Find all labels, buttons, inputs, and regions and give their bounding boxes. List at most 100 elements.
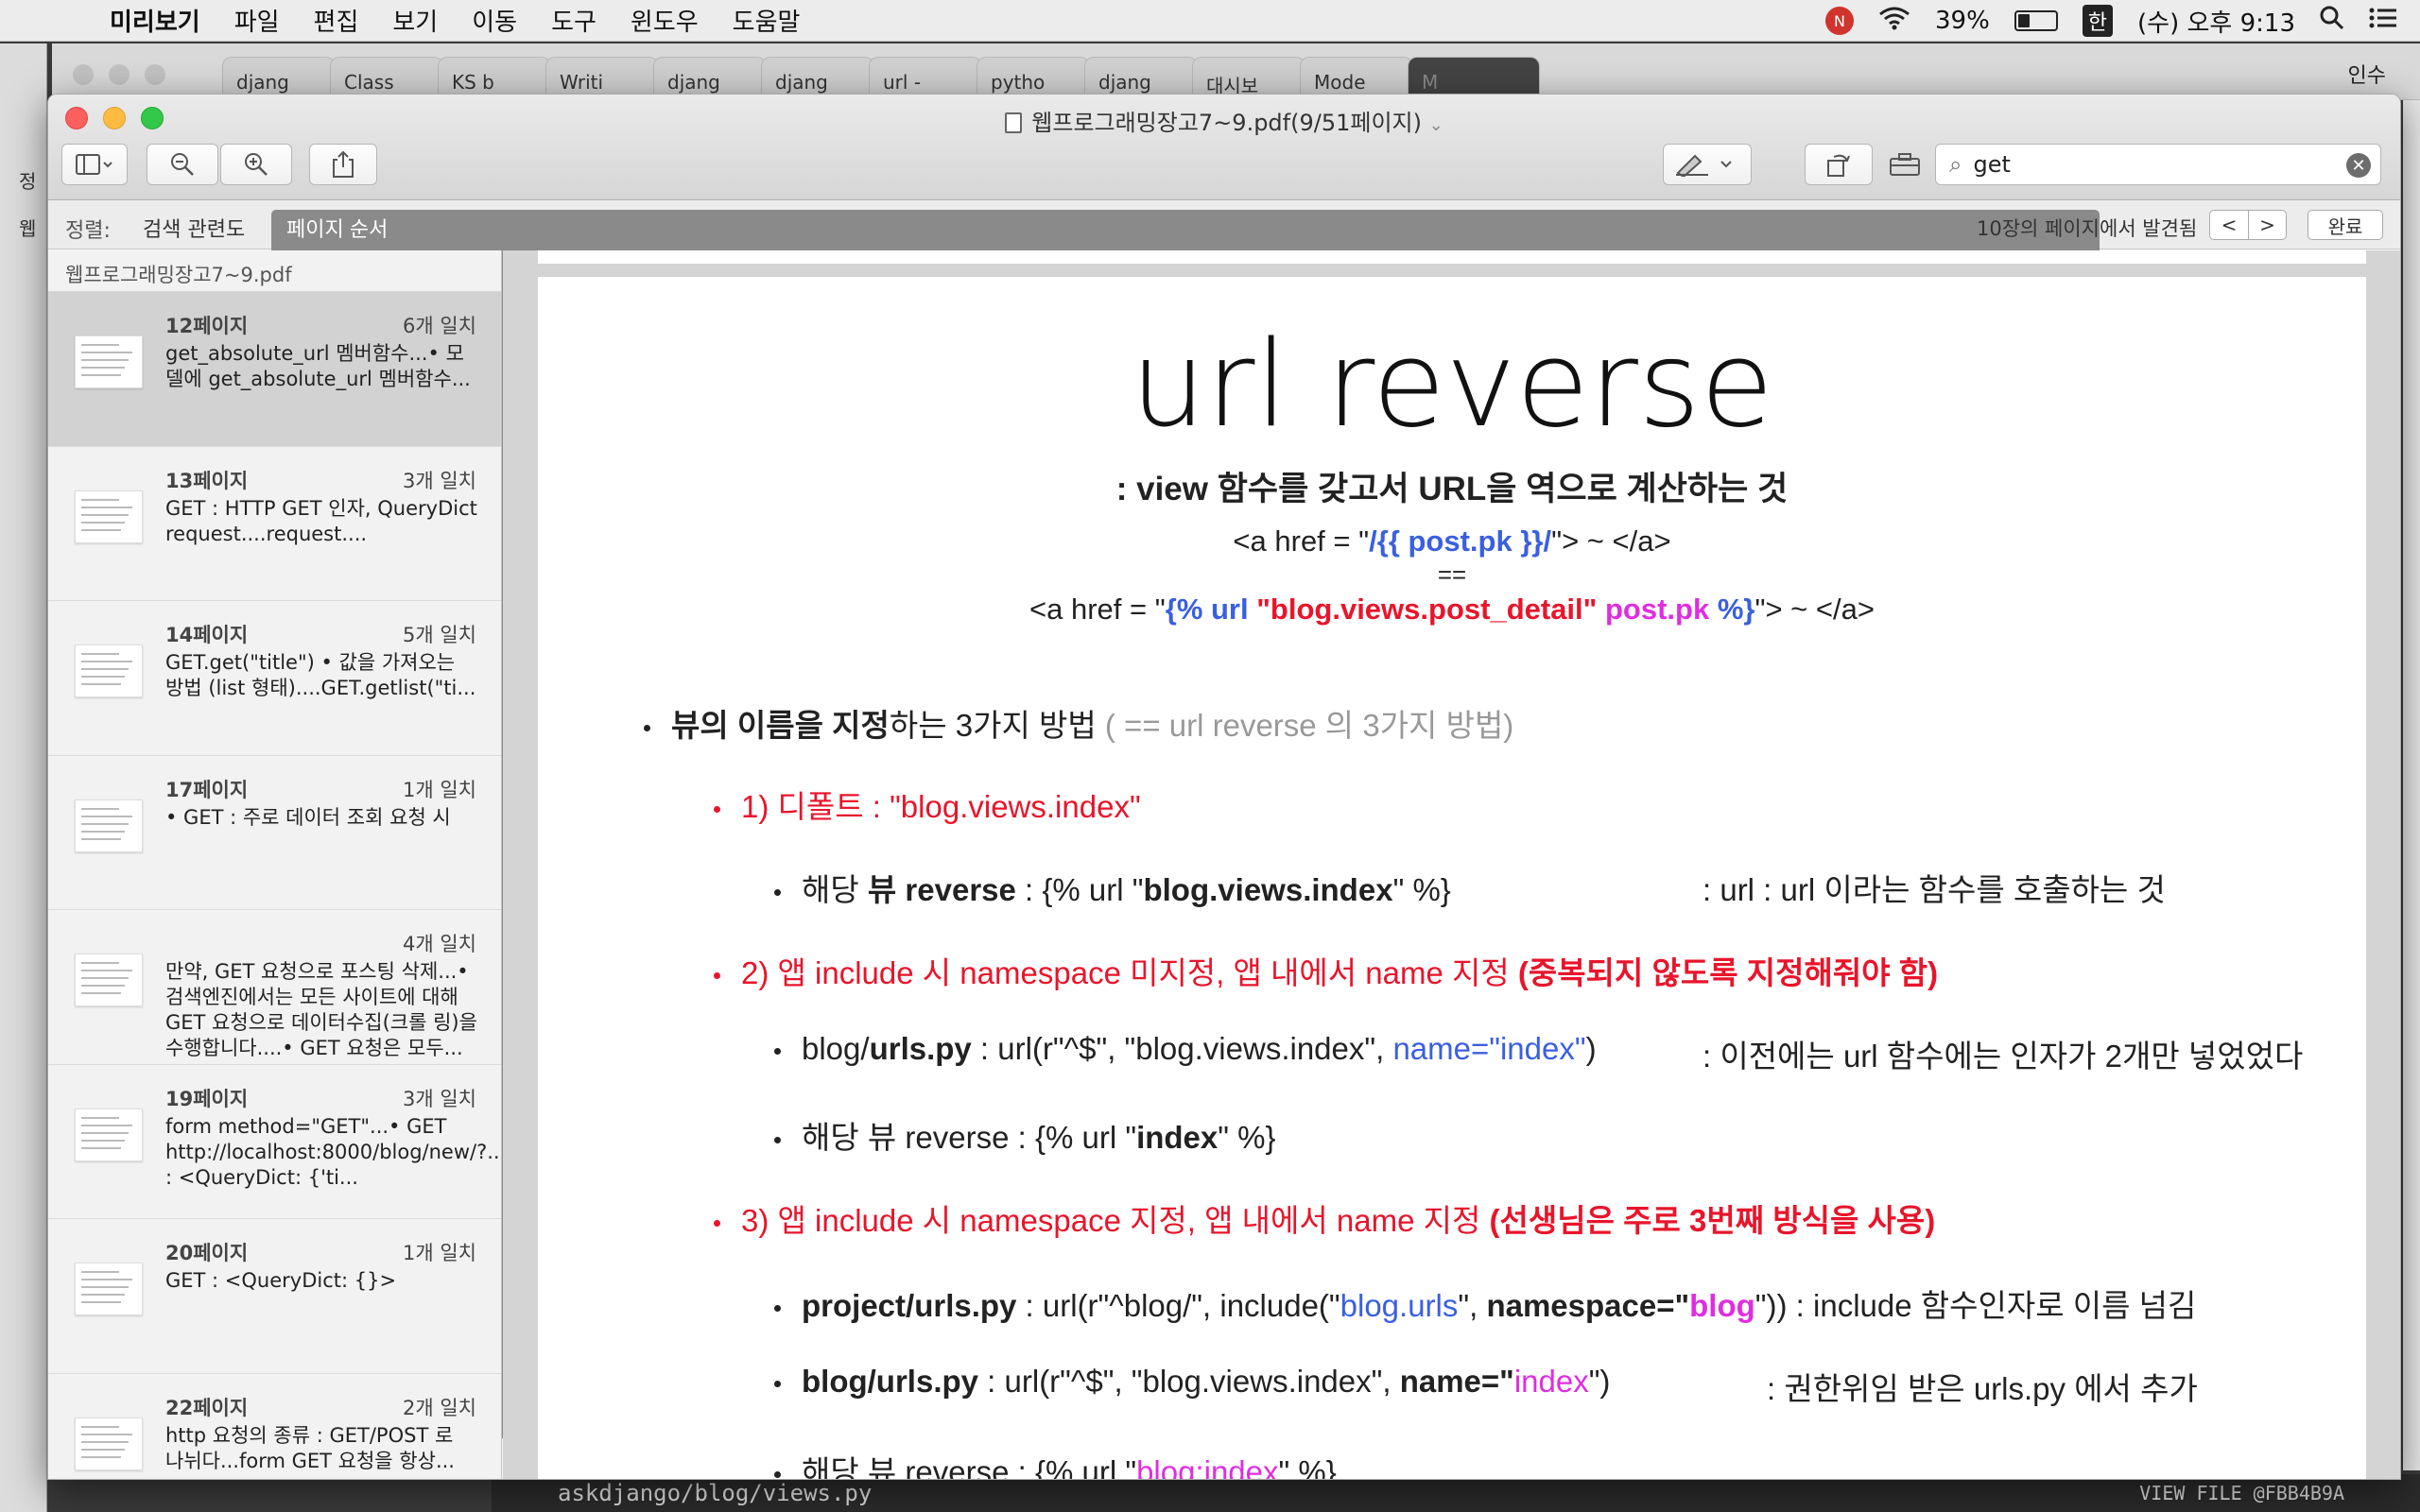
document-view[interactable]: url reverse : view 함수를 갖고서 URL을 역으로 계산하는…: [503, 250, 2400, 1479]
page-thumbnail: [75, 799, 143, 852]
spotlight-search-icon[interactable]: [2320, 6, 2344, 37]
search-result-item[interactable]: 17페이지 1개 일치 • GET : 주로 데이터 조회 요청 시: [48, 756, 501, 910]
wifi-icon[interactable]: [1878, 6, 1910, 37]
menu-app[interactable]: 미리보기: [110, 3, 200, 38]
result-page-number: 17페이지: [165, 778, 249, 801]
window-title[interactable]: 웹프로그래밍장고7~9.pdf(9/51페이지) ⌄: [48, 104, 2400, 137]
search-result-item[interactable]: 20페이지 1개 일치 GET : <QueryDict: {}>: [48, 1219, 501, 1374]
search-result-item[interactable]: 4개 일치 만약, GET 요청으로 포스팅 삭제...• 검색엔진에서는 모든 …: [48, 910, 501, 1065]
background-text: 정: [19, 170, 37, 193]
browser-profile-label[interactable]: 인수: [2348, 59, 2386, 89]
clear-search-icon[interactable]: ✕: [2346, 153, 2371, 178]
done-button[interactable]: 완료: [2308, 210, 2383, 240]
menu-edit[interactable]: 편집: [314, 3, 359, 38]
next-result-button[interactable]: >: [2248, 211, 2286, 239]
sort-bar: 정렬: 검색 관련도 페이지 순서 10장의 페이지에서 발견됨 < > 완료: [48, 200, 2400, 1438]
browser-window-controls: [73, 64, 165, 85]
result-page-number: 13페이지: [165, 469, 249, 492]
page-thumbnail: [75, 490, 143, 543]
menu-help[interactable]: 도움말: [733, 3, 801, 38]
sort-by-relevance-button[interactable]: 검색 관련도: [143, 213, 245, 243]
pdf-page: url reverse : view 함수를 갖고서 URL을 역으로 계산하는…: [538, 277, 2366, 1479]
method-1-detail: 해당 뷰 reverse : {% url "blog.views.index"…: [774, 865, 1451, 910]
method-1-heading: 1) 디폴트 : "blog.views.index": [714, 782, 1141, 827]
chevron-down-icon[interactable]: ⌄: [1429, 115, 1443, 135]
menu-view[interactable]: 보기: [392, 3, 438, 38]
notification-badge-icon[interactable]: N: [1824, 7, 1854, 35]
search-results-sidebar: 웹프로그래밍장고7~9.pdf 12페이지 6개 일치 get_absolute_u…: [48, 250, 502, 1480]
method-2-reverse: 해당 뷰 reverse : {% url "index" %}: [774, 1112, 1276, 1158]
result-page-number: 22페이지: [165, 1396, 249, 1419]
notification-center-icon[interactable]: [2369, 7, 2397, 36]
menu-tools[interactable]: 도구: [551, 3, 596, 38]
result-match-count: 3개 일치: [403, 1087, 476, 1110]
pdf-document-icon: [1005, 112, 1023, 133]
search-result-item[interactable]: 13페이지 3개 일치 GET : HTTP GET 인자, QueryDict r…: [48, 447, 501, 601]
markup-button[interactable]: [1663, 144, 1752, 185]
background-view-file: VIEW FILE @FBB4B9A: [2139, 1482, 2344, 1504]
bullet-main: 뷰의 이름을 지정하는 3가지 방법 ( == url reverse 의 3가…: [644, 700, 1513, 746]
previous-result-button[interactable]: <: [2210, 211, 2248, 239]
zoom-out-button[interactable]: [147, 144, 218, 185]
menu-file[interactable]: 파일: [234, 3, 280, 38]
title-bar: 웹프로그래밍장고7~9.pdf(9/51페이지) ⌄ ⌕ ✕: [48, 94, 2400, 200]
input-method-icon[interactable]: 한: [2082, 5, 2114, 37]
slide-title: url reverse: [1130, 315, 1774, 454]
zoom-in-icon: [245, 153, 268, 176]
search-result-item[interactable]: 14페이지 5개 일치 GET.get("title") • 값을 가져오는 방법 …: [48, 601, 501, 756]
sort-label: 정렬:: [65, 219, 111, 243]
background-window-edge: 정 웹: [0, 43, 47, 1512]
result-snippet: form method="GET"...• GET http://localho…: [165, 1114, 501, 1189]
rotate-icon: [1827, 154, 1850, 177]
result-snippet: • GET : 주로 데이터 조회 요청 시: [165, 805, 451, 829]
menu-window[interactable]: 윈도우: [631, 3, 699, 38]
method-3-reverse: 해당 뷰 reverse : {% url "blog:index" %}: [774, 1447, 1337, 1479]
menu-go[interactable]: 이동: [472, 3, 517, 38]
slide-subtitle: : view 함수를 갖고서 URL을 역으로 계산하는 것: [1115, 471, 1789, 507]
method-1-note: : url : url 이라는 함수를 호출하는 것: [1703, 872, 2166, 907]
rotate-button[interactable]: [1805, 144, 1873, 185]
search-result-item[interactable]: 12페이지 6개 일치 get_absolute_url 멤버함수...• 모델에 …: [48, 292, 501, 447]
menu-bar: 미리보기 파일 편집 보기 이동 도구 윈도우 도움말 N 39% 한 (수) …: [0, 0, 2420, 42]
previous-page-edge: [538, 250, 2366, 264]
page-thumbnail: [75, 1108, 143, 1161]
result-snippet: GET : HTTP GET 인자, QueryDict request....…: [165, 496, 477, 545]
search-result-item[interactable]: 19페이지 3개 일치 form method="GET"...• GET http…: [48, 1065, 501, 1219]
search-input[interactable]: [1973, 151, 2324, 178]
page-thumbnail: [75, 1263, 143, 1315]
search-results-count: 10장의 페이지에서 발견됨: [1977, 217, 2198, 240]
sidebar-toggle-button[interactable]: [61, 144, 128, 185]
page-thumbnail: [75, 1417, 143, 1470]
method-2-heading: 2) 앱 include 시 namespace 미지정, 앱 내에서 name…: [714, 948, 1938, 993]
battery-level: [2017, 14, 2031, 27]
result-match-count: 6개 일치: [403, 315, 476, 337]
window-title-text: 웹프로그래밍장고7~9.pdf(9/51페이지): [1031, 110, 1422, 136]
zoom-in-button[interactable]: [220, 144, 292, 185]
background-terminal-strip: askdjango/blog/views.py VIEW FILE @FBB4B…: [492, 1474, 2420, 1512]
method-2-detail: blog/urls.py : url(r"^$", "blog.views.in…: [774, 1031, 1597, 1067]
preview-window: 웹프로그래밍장고7~9.pdf(9/51페이지) ⌄ ⌕ ✕ 정렬:: [47, 94, 2401, 1480]
toolbox-button[interactable]: [1884, 144, 1926, 185]
result-page-number: 19페이지: [165, 1087, 249, 1110]
page-thumbnail: [75, 335, 143, 388]
result-snippet: GET : <QueryDict: {}>: [165, 1269, 397, 1292]
method-3-project-urls: project/urls.py : url(r"^blog/", include…: [774, 1280, 2196, 1326]
result-page-number: 20페이지: [165, 1242, 249, 1264]
result-snippet: http 요청의 종류 : GET/POST 로 나뉘다...form GET …: [165, 1423, 455, 1472]
method-3-note: : 권한위임 받은 urls.py 에서 추가: [1767, 1371, 2198, 1406]
method-3-heading: 3) 앱 include 시 namespace 지정, 앱 내에서 name …: [714, 1195, 1935, 1241]
result-match-count: 1개 일치: [403, 778, 476, 801]
equals-sign: ==: [1437, 560, 1467, 589]
clock[interactable]: (수) 오후 9:13: [2137, 4, 2295, 39]
pen-icon: [1676, 154, 1732, 177]
zoom-out-icon: [171, 153, 194, 176]
search-field[interactable]: ⌕ ✕: [1935, 144, 2381, 185]
search-result-nav: < >: [2209, 210, 2287, 240]
result-match-count: 4개 일치: [403, 933, 476, 955]
toolbox-icon: [1890, 153, 1920, 176]
search-icon: ⌕: [1949, 151, 1962, 178]
share-button[interactable]: [309, 144, 377, 185]
battery-icon[interactable]: [2014, 10, 2058, 31]
search-result-item[interactable]: 22페이지 2개 일치 http 요청의 종류 : GET/POST 로 나뉘다..…: [48, 1374, 501, 1480]
code-example-2: <a href = "{% url "blog.views.post_detai…: [1029, 593, 1875, 626]
